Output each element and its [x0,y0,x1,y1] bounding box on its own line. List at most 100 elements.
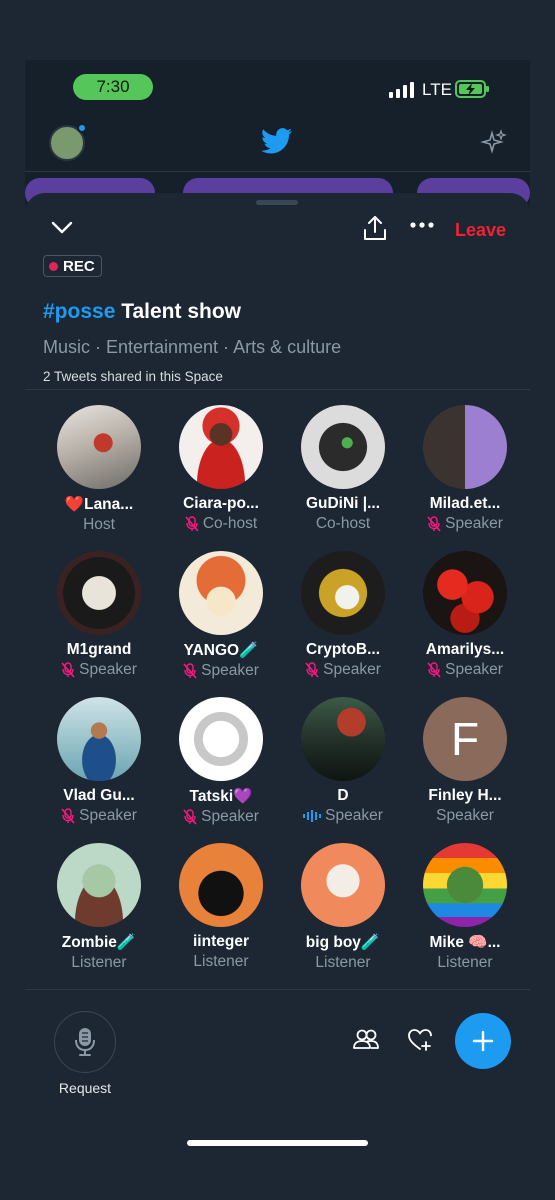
role-label: Speaker [445,661,503,678]
participant[interactable]: Zombie🧪 Listener [38,843,160,972]
role-label: Speaker [436,807,494,824]
avatar [179,697,263,781]
participant[interactable]: YANGO🧪 Speaker [160,551,282,680]
participant-name: Ciara-po... [183,495,259,512]
space-title: #posse Talent show [43,300,241,324]
participant-name: iinteger [193,933,249,950]
participant[interactable]: Mike 🧠... Listener [404,843,526,972]
participant-name: Tatski💜 [189,788,253,805]
status-time: 7:30 [73,74,153,100]
avatar [423,405,507,489]
participant-role: Speaker [160,662,282,680]
phone-screen: 7:30 LTE Leave REC #posse Talent show Mu… [25,60,530,1142]
avatar [57,405,141,489]
space-topics: Music · Entertainment · Arts & culture [43,337,342,357]
space-hashtag[interactable]: #posse [43,300,115,323]
shared-tweets-link[interactable]: 2 Tweets shared in this Space [43,369,223,384]
home-indicator[interactable] [187,1140,368,1146]
mic-muted-icon [183,663,197,679]
plus-icon [472,1030,494,1052]
role-label: Listener [437,954,493,971]
participant-role: Co-host [160,515,282,533]
participant-name: ❤️Lana... [64,496,134,513]
avatar [423,551,507,635]
request-label: Request [58,1080,112,1096]
leave-button[interactable]: Leave [455,220,506,241]
participant[interactable]: Ciara-po... Co-host [160,405,282,533]
avatar [179,551,263,635]
avatar [57,697,141,781]
compose-button[interactable] [455,1013,511,1069]
role-label: Host [83,516,115,533]
sheet-grabber[interactable] [256,200,298,205]
participant-role: Speaker [160,808,282,826]
participant-role: Speaker [404,661,526,679]
sparkle-icon[interactable] [480,129,508,157]
role-label: Speaker [325,807,383,824]
participant-role: Speaker [38,807,160,825]
participant-role: Listener [38,954,160,972]
avatar [179,843,263,927]
participant-name: Zombie🧪 [61,934,137,951]
participant[interactable]: GuDiNi |... Co-host [282,405,404,533]
participant[interactable]: iinteger Listener [160,843,282,971]
role-label: Speaker [445,515,503,532]
participant-name: big boy🧪 [305,934,381,951]
mic-muted-icon [305,662,319,678]
share-icon[interactable] [363,215,387,241]
microphone-icon [75,1028,95,1056]
participant[interactable]: D Speaker [282,697,404,825]
participant-role: Speaker [404,807,526,825]
role-label: Listener [193,953,249,970]
space-title-text: Talent show [115,300,241,323]
participant-role: Speaker [404,515,526,533]
participant-name: Milad.et... [429,495,501,512]
role-label: Speaker [323,661,381,678]
participant[interactable]: F Finley H... Speaker [404,697,526,825]
more-icon[interactable] [410,220,434,230]
request-mic-button[interactable] [54,1011,116,1073]
participant-role: Speaker [38,661,160,679]
participant[interactable]: big boy🧪 Listener [282,843,404,972]
participant-name: Vlad Gu... [63,787,135,804]
avatar [423,843,507,927]
participant[interactable]: Vlad Gu... Speaker [38,697,160,825]
role-label: Speaker [79,661,137,678]
mic-muted-icon [61,808,75,824]
heart-add-icon[interactable] [408,1028,434,1052]
participant[interactable]: M1grand Speaker [38,551,160,679]
avatar [301,551,385,635]
participant[interactable]: ❤️Lana... Host [38,405,160,534]
notification-dot [77,123,87,133]
participant-role: Host [38,516,160,534]
status-bar: 7:30 LTE [25,60,530,116]
participant-name: Finley H... [428,787,502,804]
divider [25,389,530,390]
participant[interactable]: Milad.et... Speaker [404,405,526,533]
participant[interactable]: Tatski💜 Speaker [160,697,282,826]
participant-name: Amarilys... [425,641,505,658]
participant-role: Listener [282,954,404,972]
participant-role: Co-host [282,515,404,533]
avatar [301,405,385,489]
speaking-wave-icon [303,810,322,822]
participant[interactable]: Amarilys... Speaker [404,551,526,679]
avatar [179,405,263,489]
participant-name: GuDiNi |... [305,495,381,512]
signal-icon [389,82,414,98]
rec-badge: REC [43,255,102,277]
participant[interactable]: CryptoB... Speaker [282,551,404,679]
participant-role: Speaker [282,661,404,679]
role-label: Speaker [201,808,259,825]
role-label: Listener [315,954,371,971]
space-sheet: Leave REC #posse Talent show Music · Ent… [25,193,530,1142]
mic-muted-icon [427,662,441,678]
role-label: Speaker [79,807,137,824]
role-label: Co-host [202,515,258,532]
chevron-down-icon[interactable] [51,221,73,235]
participant-name: CryptoB... [305,641,381,658]
avatar [57,551,141,635]
rec-label: REC [63,257,95,275]
people-icon[interactable] [353,1028,379,1050]
participant-name: D [337,787,349,804]
